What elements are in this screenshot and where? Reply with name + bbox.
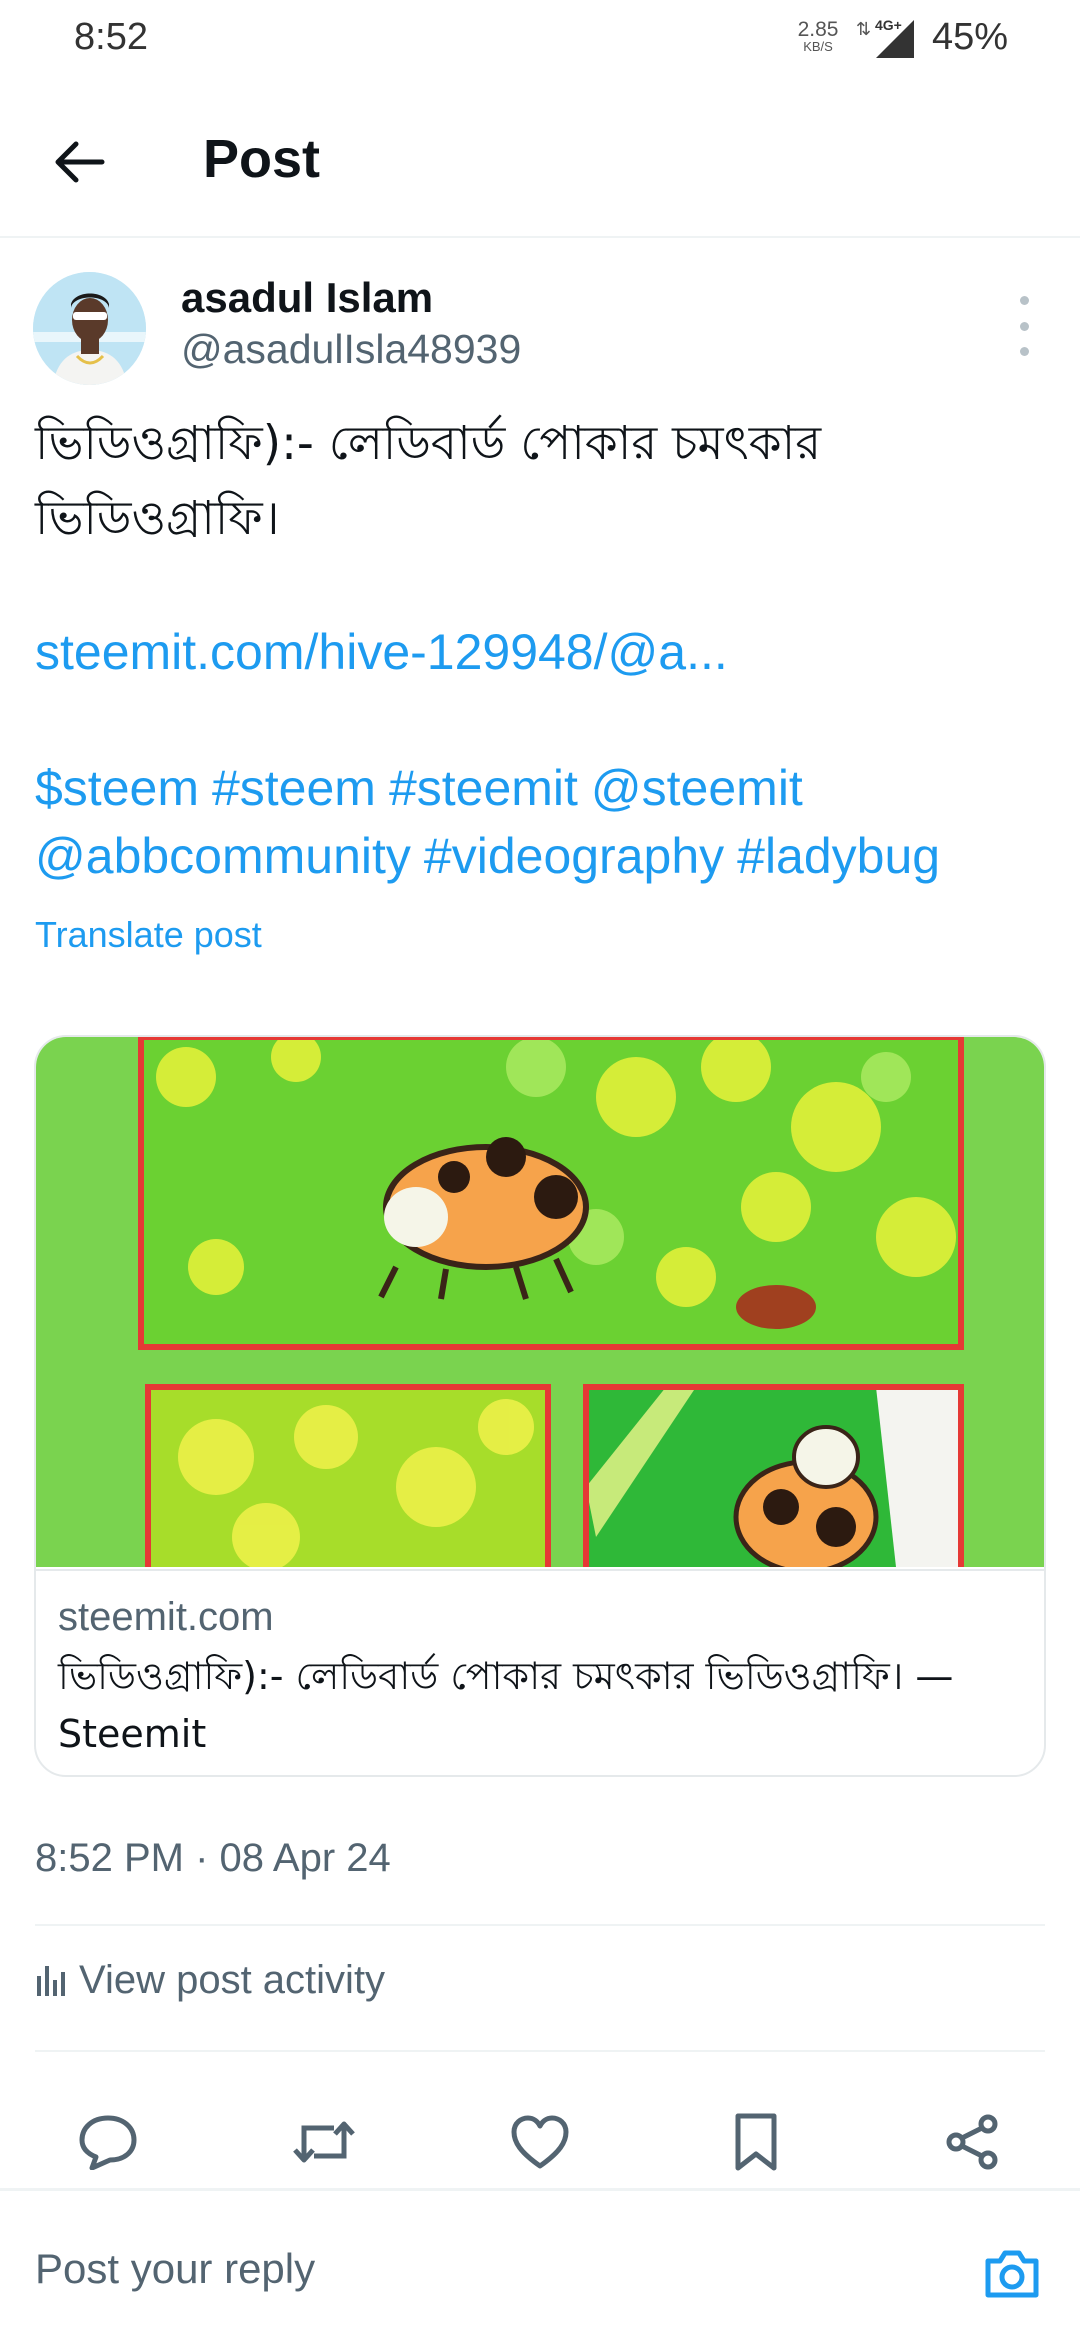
- dot-icon: [1019, 321, 1029, 331]
- status-bar: 8:52 2.85 KB/S ⇅ 4G+ 45%: [0, 0, 1080, 80]
- share-icon: [946, 2114, 998, 2170]
- network-type: 4G+: [875, 17, 902, 33]
- back-button[interactable]: [40, 122, 120, 202]
- author-handle[interactable]: @asadulIsla48939: [181, 326, 521, 373]
- arrow-left-icon: [55, 141, 105, 183]
- avatar[interactable]: [33, 272, 146, 385]
- share-button[interactable]: [938, 2108, 1006, 2176]
- link-preview-image: [36, 1037, 1044, 1567]
- post-timestamp: 8:52 PM · 08 Apr 24: [35, 1836, 391, 1880]
- camera-icon: [985, 2250, 1039, 2298]
- repost-button[interactable]: [290, 2108, 358, 2176]
- link-preview-card[interactable]: steemit.com ভিডিওগ্রাফি):- লেডিবার্ড পোক…: [34, 1035, 1046, 1777]
- tag-link[interactable]: #steemit: [389, 760, 578, 816]
- link-preview-domain: steemit.com: [58, 1595, 274, 1639]
- post-actions: [0, 2080, 1080, 2200]
- camera-button[interactable]: [982, 2243, 1042, 2303]
- tag-link[interactable]: $steem: [35, 760, 199, 816]
- signal-icon: 4G+: [875, 17, 914, 58]
- link-preview-title: ভিডিওগ্রাফি):- লেডিবার্ড পোকার চমৎকার ভি…: [58, 1654, 954, 1756]
- view-post-activity-button[interactable]: View post activity: [35, 1950, 385, 2010]
- repost-icon: [293, 2121, 355, 2163]
- tag-link[interactable]: #ladybug: [737, 828, 940, 884]
- status-time: 8:52: [74, 16, 148, 58]
- like-button[interactable]: [506, 2108, 574, 2176]
- page-title: Post: [203, 129, 321, 189]
- translate-post-link[interactable]: Translate post: [35, 914, 262, 956]
- divider: [35, 1924, 1045, 1926]
- view-post-activity-label: View post activity: [79, 1957, 386, 2002]
- network-speed-unit: KB/S: [803, 39, 833, 54]
- reply-input[interactable]: Post your reply: [35, 2245, 315, 2293]
- more-options-button[interactable]: [1006, 296, 1042, 356]
- post-tags: $steem #steem #steemit @steemit @abbcommuni…: [35, 754, 1055, 890]
- avatar-image: [33, 272, 146, 385]
- post-text: ভিডিওগ্রাফি):- লেডিবার্ড পোকার চমৎকার ভি…: [35, 416, 822, 546]
- battery-level: 45%: [932, 16, 1009, 58]
- like-icon: [511, 2115, 569, 2169]
- reply-composer[interactable]: Post your reply: [0, 2191, 1080, 2340]
- mention-link[interactable]: @steemit: [591, 760, 803, 816]
- bookmark-button[interactable]: [722, 2108, 790, 2176]
- app-bar: Post: [0, 80, 1080, 238]
- data-arrows-icon: ⇅: [856, 19, 872, 39]
- link-preview-meta: steemit.com ভিডিওগ্রাফি):- লেডিবার্ড পোক…: [36, 1569, 1044, 1775]
- bookmark-icon: [735, 2113, 777, 2171]
- post-link[interactable]: steemit.com/hive-129948/@a...: [35, 623, 728, 681]
- reply-icon: [79, 2115, 137, 2170]
- network-speed: 2.85 KB/S: [796, 18, 840, 54]
- author-name[interactable]: asadul Islam: [181, 274, 433, 322]
- reply-button[interactable]: [74, 2108, 142, 2176]
- divider: [35, 2050, 1045, 2052]
- bar-chart-icon: [37, 1966, 65, 1996]
- dot-icon: [1019, 347, 1029, 356]
- mention-link[interactable]: @abbcommunity: [35, 828, 411, 884]
- tag-link[interactable]: #steem: [212, 760, 376, 816]
- network-speed-value: 2.85: [797, 18, 839, 41]
- dot-icon: [1019, 296, 1029, 305]
- tag-link[interactable]: #videography: [424, 828, 724, 884]
